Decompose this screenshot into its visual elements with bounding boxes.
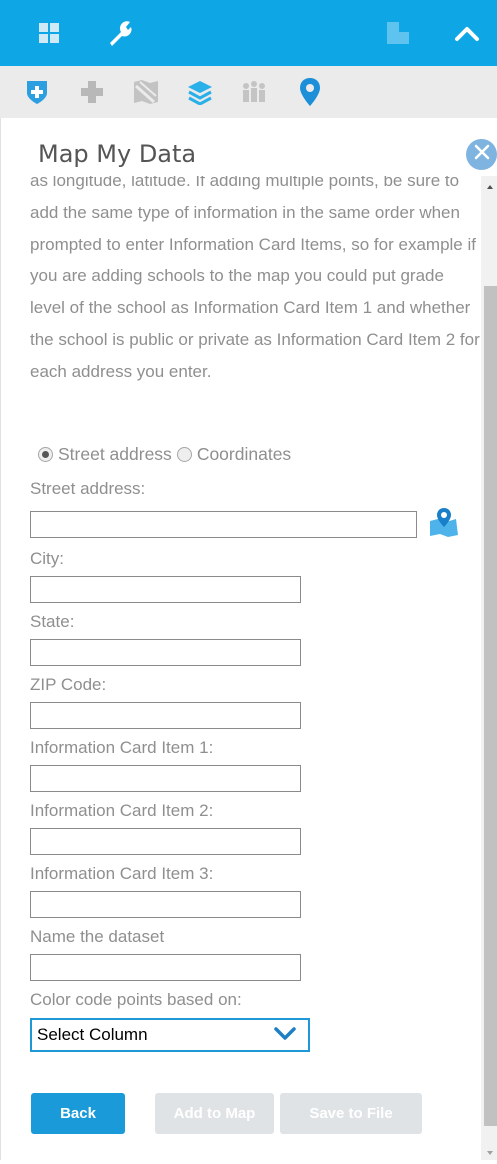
info-card-item-1-label: Information Card Item 1: [30,738,214,757]
info-card-item-2-input[interactable] [30,828,301,855]
info-card-item-2-label: Information Card Item 2: [30,801,214,820]
coordinates-radio-label: Coordinates [196,444,292,464]
instructions-text: as longitude, latitude. If adding multip… [30,176,480,381]
close-icon [474,144,490,165]
save-to-file-button[interactable]: Save to File [280,1093,422,1134]
wrench-icon[interactable] [104,16,136,50]
map-locate-icon[interactable] [428,507,460,542]
city-label: City: [30,549,64,568]
tool-icon-bar [0,66,497,118]
scroll-down-arrow-icon[interactable] [484,1146,496,1158]
panel-content: as longitude, latitude. If adding multip… [30,176,480,1160]
people-icon[interactable] [238,76,270,108]
state-label: State: [30,612,75,631]
state-input[interactable] [30,639,301,666]
street-address-label: Street address: [30,479,146,498]
info-card-item-1-input[interactable] [30,765,301,792]
street-address-radio-label: Street address [58,444,172,464]
dataset-name-input[interactable] [30,954,301,981]
collapse-chevron-icon[interactable] [452,16,482,50]
zip-code-label: ZIP Code: [30,675,107,694]
window-icon[interactable] [385,16,411,50]
coordinates-radio[interactable] [176,447,192,462]
city-input[interactable] [30,576,301,603]
panel-title: Map My Data [38,140,197,168]
info-card-item-3-input[interactable] [30,891,301,918]
color-code-label: Color code points based on: [30,990,242,1009]
scrollbar-thumb[interactable] [484,286,497,1126]
dataset-name-label: Name the dataset [30,927,165,946]
layers-icon[interactable] [184,76,216,108]
scroll-up-arrow-icon[interactable] [484,180,496,192]
close-button[interactable] [466,139,497,170]
add-to-map-button[interactable]: Add to Map [155,1093,274,1134]
chevron-down-icon [274,1026,296,1047]
back-button[interactable]: Back [31,1093,125,1134]
top-toolbar [0,0,497,66]
color-column-select[interactable]: Select Column [30,1018,310,1052]
map-cut-icon[interactable] [130,76,162,108]
add-plus-icon[interactable] [76,76,108,108]
street-address-input[interactable] [30,511,417,538]
map-pin-icon[interactable] [294,76,326,108]
address-mode-group: Street address Coordinates [38,444,291,465]
street-address-radio[interactable] [38,447,53,462]
color-column-select-value: Select Column [37,1025,148,1044]
shield-plus-icon[interactable] [21,76,53,108]
dashboard-icon[interactable] [38,16,60,50]
zip-code-input[interactable] [30,702,301,729]
info-card-item-3-label: Information Card Item 3: [30,864,214,883]
